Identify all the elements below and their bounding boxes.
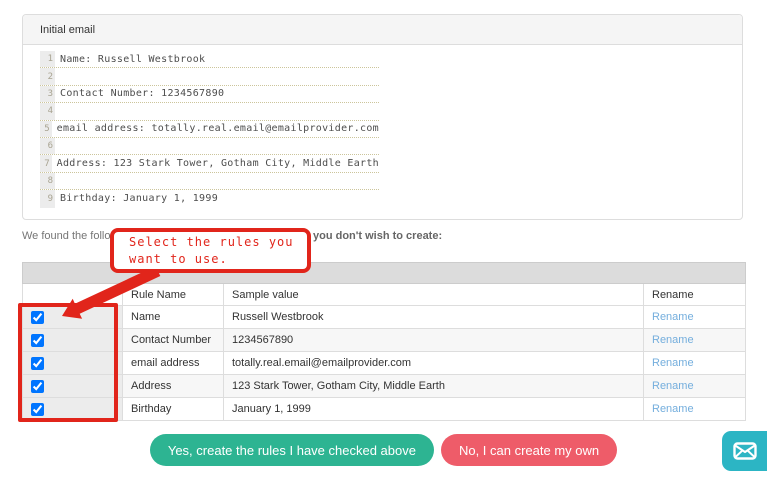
rule-checkbox-cell: [22, 374, 123, 398]
line-text: Address: 123 Stark Tower, Gotham City, M…: [56, 158, 379, 170]
sample-value-cell: Russell Westbrook: [223, 305, 644, 329]
annotation-text-line1: Select the rules you: [129, 235, 294, 249]
editor-line: 8: [40, 172, 379, 191]
editor-line: 7 Address: 123 Stark Tower, Gotham City,…: [40, 155, 379, 173]
initial-email-panel: Initial email 1 Name: Russell Westbrook …: [22, 14, 743, 220]
line-number: 1: [40, 51, 55, 68]
rule-checkbox-cell: [22, 351, 123, 375]
table-row: Birthday January 1, 1999 Rename: [22, 397, 746, 421]
checkbox-column-header: [22, 283, 123, 306]
rename-link[interactable]: Rename: [652, 380, 694, 392]
rule-checkbox-cell: [22, 328, 123, 352]
line-number: 9: [40, 190, 55, 208]
rename-column-header: Rename: [643, 283, 746, 306]
line-text: Name: Russell Westbrook: [60, 53, 206, 65]
editor-line: 4: [40, 103, 379, 121]
editor-line: 2: [40, 68, 379, 86]
rule-name-cell: Contact Number: [122, 328, 224, 352]
line-text: [55, 173, 60, 189]
rule-name-cell: Name: [122, 305, 224, 329]
rule-name-cell: Birthday: [122, 397, 224, 421]
sample-value-cell: 123 Stark Tower, Gotham City, Middle Ear…: [223, 374, 644, 398]
rule-checkbox-cell: [22, 397, 123, 421]
table-row: Contact Number 1234567890 Rename: [22, 328, 746, 352]
line-number: 2: [40, 68, 55, 85]
table-top-band-cell: [22, 262, 746, 284]
sample-value-cell: 1234567890: [223, 328, 644, 352]
panel-heading: Initial email: [23, 15, 742, 45]
line-number: 5: [40, 120, 52, 137]
line-number: 3: [40, 85, 55, 103]
line-text: [55, 138, 60, 154]
line-number: 7: [40, 155, 52, 172]
table-row: Name Russell Westbrook Rename: [22, 305, 746, 329]
rule-name-cell: Address: [122, 374, 224, 398]
editor-line: 3 Contact Number: 1234567890: [40, 85, 379, 104]
feedback-email-tab[interactable]: [722, 431, 767, 471]
line-number: 4: [40, 103, 55, 120]
table-row: Address 123 Stark Tower, Gotham City, Mi…: [22, 374, 746, 398]
table-header-row: Rule Name Sample value Rename: [22, 283, 746, 306]
rules-table: Rule Name Sample value Rename Name Russe…: [22, 262, 746, 421]
rename-cell: Rename: [643, 397, 746, 421]
rename-cell: Rename: [643, 374, 746, 398]
editor-line: 1 Name: Russell Westbrook: [40, 51, 379, 69]
rule-checkbox[interactable]: [31, 402, 44, 416]
rule-name-column-header: Rule Name: [122, 283, 224, 306]
prompt-text-prefix: We found the following: [22, 230, 134, 242]
rename-cell: Rename: [643, 328, 746, 352]
editor-line: 9 Birthday: January 1, 1999: [40, 190, 379, 208]
prompt-text-suffix: you don't wish to create:: [313, 230, 443, 242]
line-text: Contact Number: 1234567890: [60, 88, 225, 100]
editor-line: 6: [40, 137, 379, 156]
create-my-own-button[interactable]: No, I can create my own: [440, 434, 618, 466]
rule-checkbox[interactable]: [31, 333, 44, 347]
rule-checkbox[interactable]: [31, 310, 44, 324]
editor-line: 5 email address: totally.real.email@emai…: [40, 120, 379, 138]
rule-checkbox[interactable]: [31, 379, 44, 393]
rule-name-cell: email address: [122, 351, 224, 375]
line-text: email address: totally.real.email@emailp…: [56, 123, 379, 135]
envelope-icon: [733, 442, 757, 460]
rule-checkbox[interactable]: [31, 356, 44, 370]
table-top-band: [22, 262, 746, 284]
sample-value-cell: January 1, 1999: [223, 397, 644, 421]
rename-link[interactable]: Rename: [652, 334, 694, 346]
line-text: [55, 68, 60, 84]
rename-cell: Rename: [643, 305, 746, 329]
panel-title: Initial email: [40, 23, 96, 36]
line-text: [55, 103, 60, 119]
line-text: Birthday: January 1, 1999: [60, 193, 219, 205]
rename-cell: Rename: [643, 351, 746, 375]
line-number: 6: [40, 137, 55, 155]
sample-value-cell: totally.real.email@emailprovider.com: [223, 351, 644, 375]
rename-link[interactable]: Rename: [652, 311, 694, 323]
create-rules-button[interactable]: Yes, create the rules I have checked abo…: [149, 434, 434, 466]
line-number: 8: [40, 172, 55, 190]
table-row: email address totally.real.email@emailpr…: [22, 351, 746, 375]
rename-link[interactable]: Rename: [652, 357, 694, 369]
rule-checkbox-cell: [22, 305, 123, 329]
email-editor[interactable]: 1 Name: Russell Westbrook 2 3 Contact Nu…: [40, 51, 379, 208]
sample-value-column-header: Sample value: [223, 283, 644, 306]
action-buttons: Yes, create the rules I have checked abo…: [0, 434, 767, 466]
rename-link[interactable]: Rename: [652, 403, 694, 415]
